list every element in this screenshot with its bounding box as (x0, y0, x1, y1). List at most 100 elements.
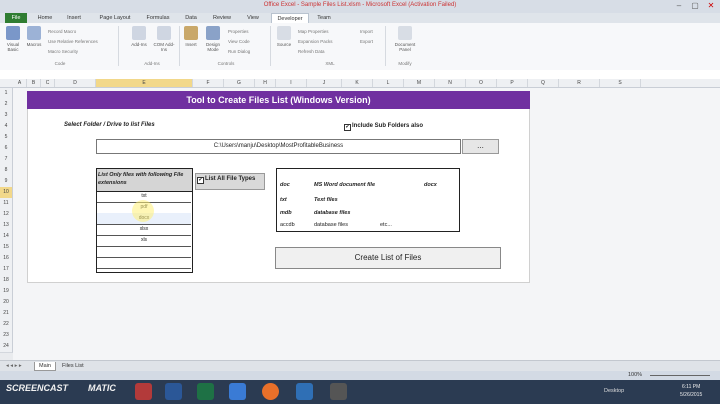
tab-review[interactable]: Review (208, 13, 236, 23)
export-button[interactable]: Export (360, 39, 373, 44)
record-macro-button[interactable]: Record Macro (48, 29, 76, 34)
file-types-legend (276, 168, 460, 232)
visual-basic-icon (6, 26, 20, 40)
file-type-desc: MS Word document file (314, 182, 376, 188)
ribbon: Visual Basic Macros Record Macro Use Rel… (0, 23, 720, 71)
map-properties-button[interactable]: Map Properties (298, 29, 329, 34)
tool-banner: Tool to Create Files List (Windows Versi… (27, 91, 530, 109)
column-header-selected[interactable]: E (96, 79, 193, 87)
maximize-button[interactable]: ▢ (688, 1, 702, 11)
firefox-icon[interactable] (262, 383, 279, 400)
tab-home[interactable]: Home (34, 13, 56, 23)
excel-icon[interactable] (197, 383, 214, 400)
file-type-extra: etc... (380, 222, 392, 228)
file-type-desc: database files (314, 210, 351, 216)
column-header[interactable]: S (600, 79, 641, 87)
access-icon[interactable] (135, 383, 152, 400)
column-header[interactable]: A (13, 79, 27, 87)
tab-file[interactable]: File (5, 13, 27, 23)
com-addins-icon (157, 26, 171, 40)
column-header[interactable]: P (497, 79, 528, 87)
file-type-desc: Text files (314, 197, 338, 203)
app-icon[interactable] (330, 383, 347, 400)
word-icon[interactable] (165, 383, 182, 400)
list-all-types-checkbox[interactable]: ✔ (197, 177, 204, 184)
screencast-watermark: SCREENCAST (6, 383, 69, 393)
relative-references-button[interactable]: Use Relative References (48, 39, 98, 44)
document-panel-button[interactable]: Document Panel (390, 26, 420, 52)
controls-group-label: Controls (217, 61, 235, 66)
list-all-types-label: List All File Types (205, 176, 256, 182)
status-bar: 100% (0, 371, 720, 380)
column-header[interactable]: O (466, 79, 497, 87)
column-header[interactable]: R (559, 79, 600, 87)
browse-button[interactable]: ... (462, 139, 499, 154)
file-type-ext: doc (280, 182, 290, 188)
clock-date[interactable]: 5/26/2015 (680, 392, 702, 398)
run-dialog-button[interactable]: Run Dialog (228, 49, 250, 54)
sheet-tab-files-list[interactable]: Files List (58, 362, 88, 370)
view-code-button[interactable]: View Code (228, 39, 250, 44)
addins-button[interactable]: Add-Ins (128, 26, 150, 47)
macros-icon (27, 26, 41, 40)
design-mode-button[interactable]: Design Mode (202, 26, 224, 52)
column-header[interactable]: I (276, 79, 307, 87)
explorer-icon[interactable] (296, 383, 313, 400)
tab-insert[interactable]: Insert (62, 13, 86, 23)
column-header[interactable]: J (307, 79, 342, 87)
tab-data[interactable]: Data (181, 13, 201, 23)
screencast-watermark-2: MATIC (88, 383, 116, 393)
column-header[interactable]: D (55, 79, 96, 87)
column-header[interactable]: Q (528, 79, 559, 87)
macro-security-button[interactable]: Macro Security (48, 49, 78, 54)
column-headers: A B C D E F G H I J K L M N O P Q R S (0, 79, 720, 88)
properties-button[interactable]: Properties (228, 29, 249, 34)
app-icon[interactable] (229, 383, 246, 400)
column-header[interactable]: F (193, 79, 224, 87)
file-type-ext: txt (280, 197, 287, 203)
zoom-level[interactable]: 100% (628, 372, 642, 378)
minimize-button[interactable]: – (672, 1, 686, 11)
column-header[interactable]: B (27, 79, 41, 87)
extensions-header: List Only files with following File exte… (96, 168, 193, 192)
source-icon (277, 26, 291, 40)
expansion-packs-button[interactable]: Expansion Packs (298, 39, 333, 44)
column-header[interactable]: L (373, 79, 404, 87)
tab-formulas[interactable]: Formulas (142, 13, 174, 23)
tab-developer[interactable]: Developer (271, 13, 309, 23)
close-button[interactable]: ✕ (704, 1, 718, 11)
sheet-nav-icon[interactable]: ◂ ◂ ▸ ▸ (2, 362, 26, 370)
row-header[interactable]: 24 (0, 341, 13, 353)
com-addins-button[interactable]: COM Add-Ins (152, 26, 176, 52)
clock-time[interactable]: 6:11 PM (682, 384, 700, 390)
zoom-slider[interactable] (650, 375, 710, 376)
column-header[interactable]: K (342, 79, 373, 87)
tab-team[interactable]: Team (313, 13, 335, 23)
column-header[interactable]: N (435, 79, 466, 87)
column-header[interactable]: H (255, 79, 276, 87)
title-bar: Office Excel - Sample Files List.xlsm - … (0, 0, 720, 13)
refresh-data-button[interactable]: Refresh Data (298, 49, 325, 54)
tab-page-layout[interactable]: Page Layout (95, 13, 135, 23)
macros-button[interactable]: Macros (24, 26, 44, 47)
sheet-tab-main[interactable]: Main (34, 362, 56, 371)
tab-view[interactable]: View (242, 13, 264, 23)
folder-path-field[interactable]: C:\Users\manju\Desktop\MostProfitableBus… (96, 139, 461, 154)
sheet-tabs: ◂ ◂ ▸ ▸ Main Files List (0, 360, 720, 371)
import-button[interactable]: Import (360, 29, 373, 34)
addins-icon (132, 26, 146, 40)
window-title: Office Excel - Sample Files List.xlsm - … (263, 2, 457, 8)
column-header[interactable]: G (224, 79, 255, 87)
select-folder-label: Select Folder / Drive to list Files (64, 122, 155, 128)
column-header[interactable]: C (41, 79, 55, 87)
source-button[interactable]: Source (275, 26, 293, 47)
visual-basic-button[interactable]: Visual Basic (3, 26, 23, 52)
file-type-extra: docx (424, 182, 437, 188)
column-header[interactable]: M (404, 79, 435, 87)
design-mode-icon (206, 26, 220, 40)
extension-cell[interactable] (97, 257, 191, 269)
insert-control-button[interactable]: Insert (182, 26, 200, 47)
desktop-toolbar-label[interactable]: Desktop (604, 388, 624, 394)
create-list-button[interactable]: Create List of Files (275, 247, 501, 269)
include-subfolders-checkbox[interactable]: ✔ (344, 124, 351, 131)
